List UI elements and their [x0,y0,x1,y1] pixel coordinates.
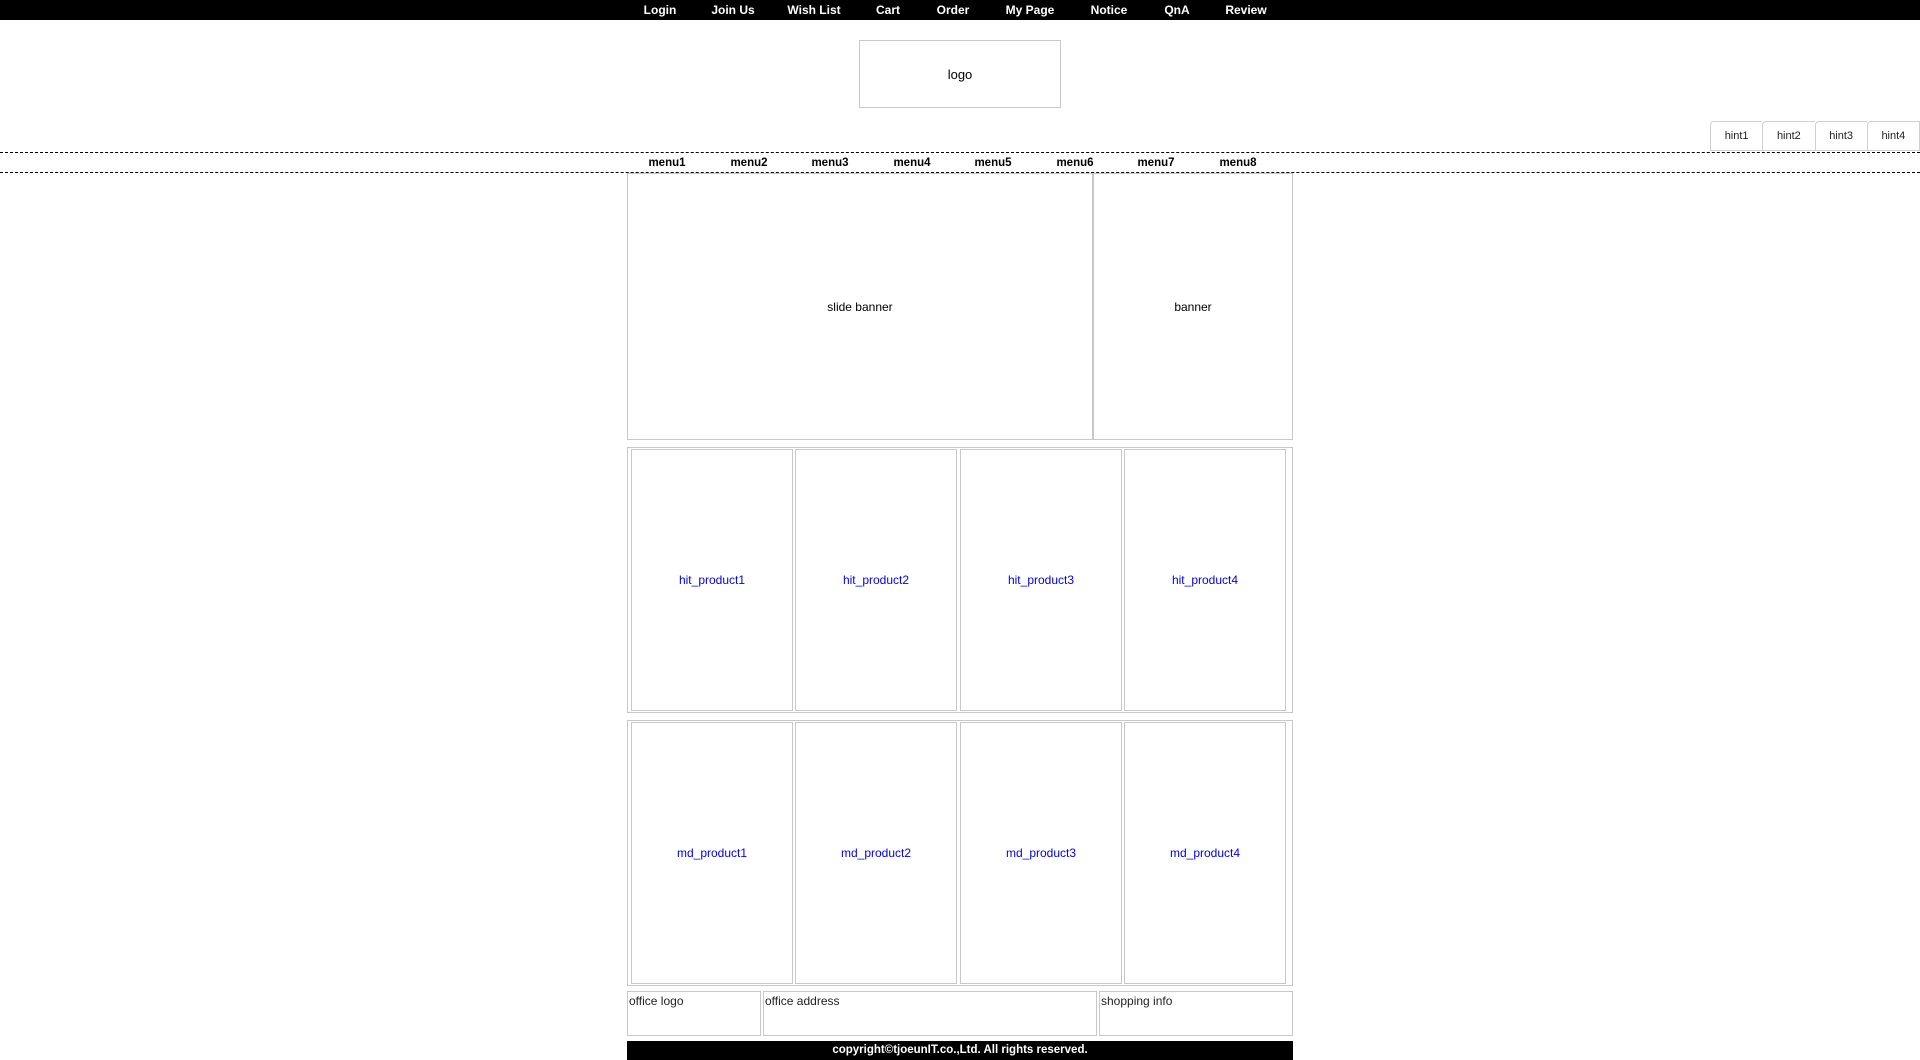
logo-label: logo [947,66,973,82]
top-nav-bar: Login Join Us Wish List Cart Order My Pa… [0,0,1920,20]
menu-item-7[interactable]: menu7 [1137,153,1174,172]
top-nav-order[interactable]: Order [937,0,970,20]
slide-banner-label: slide banner [827,299,893,314]
top-nav-qna[interactable]: QnA [1164,0,1189,20]
hint-tab-1[interactable]: hint1 [1710,121,1763,151]
footer-office-address: office address [763,991,1097,1036]
footer-office-logo: office logo [627,991,761,1036]
top-nav-cart[interactable]: Cart [876,0,900,20]
slide-banner[interactable]: slide banner [627,173,1093,440]
hint-tab-3[interactable]: hint3 [1814,121,1867,151]
top-nav-wish-list[interactable]: Wish List [787,0,840,20]
hint-tab-4[interactable]: hint4 [1866,121,1920,151]
footer-shopping-info: shopping info [1099,991,1293,1036]
md-product-4[interactable]: md_product4 [1124,722,1286,984]
side-banner-label: banner [1174,299,1212,314]
copyright-bar: copyright©tjoeunIT.co.,Ltd. All rights r… [627,1041,1293,1060]
top-nav-join-us[interactable]: Join Us [711,0,754,20]
hit-product-4[interactable]: hit_product4 [1124,449,1286,711]
menu-item-2[interactable]: menu2 [730,153,767,172]
side-banner[interactable]: banner [1093,173,1293,440]
hit-product-1[interactable]: hit_product1 [631,449,793,711]
md-product-1[interactable]: md_product1 [631,722,793,984]
menu-item-8[interactable]: menu8 [1219,153,1256,172]
md-product-2[interactable]: md_product2 [795,722,957,984]
hint-tab-2[interactable]: hint2 [1762,121,1815,151]
main-menu: menu1 menu2 menu3 menu4 menu5 menu6 menu… [0,152,1920,173]
hit-product-3[interactable]: hit_product3 [960,449,1122,711]
hint-tabs: hint1 hint2 hint3 hint4 [1710,121,1920,151]
menu-item-5[interactable]: menu5 [974,153,1011,172]
md-product-3[interactable]: md_product3 [960,722,1122,984]
menu-item-4[interactable]: menu4 [893,153,930,172]
menu-item-6[interactable]: menu6 [1056,153,1093,172]
md-products-row: md_product1 md_product2 md_product3 md_p… [627,720,1293,986]
hit-product-2[interactable]: hit_product2 [795,449,957,711]
top-nav-review[interactable]: Review [1225,0,1266,20]
menu-item-1[interactable]: menu1 [648,153,685,172]
site-logo[interactable]: logo [859,40,1061,108]
menu-item-3[interactable]: menu3 [811,153,848,172]
top-nav-notice[interactable]: Notice [1091,0,1128,20]
hit-products-row: hit_product1 hit_product2 hit_product3 h… [627,447,1293,713]
top-nav-my-page[interactable]: My Page [1006,0,1055,20]
top-nav-login[interactable]: Login [644,0,677,20]
